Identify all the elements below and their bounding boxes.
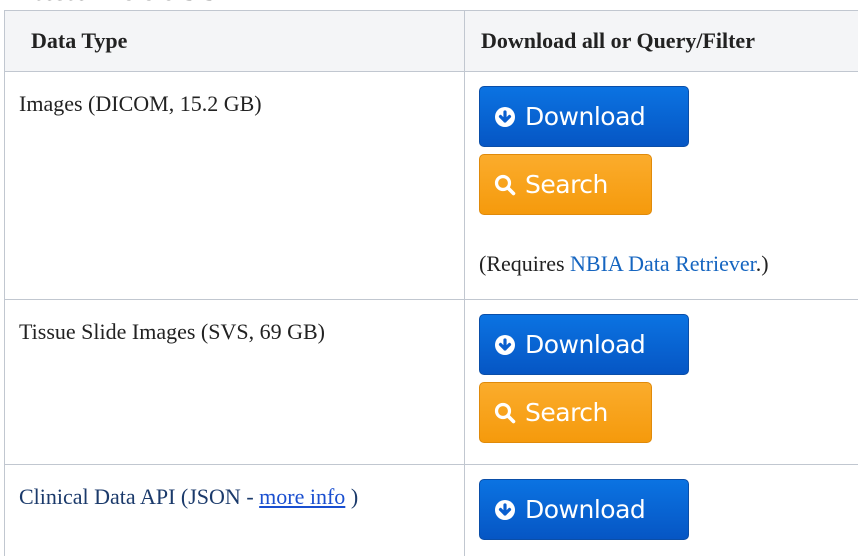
search-button-label: Search	[525, 169, 608, 199]
table-row-clinical: Clinical Data API (JSON - more info ) Do…	[4, 464, 858, 556]
clinical-text-prefix: Clinical Data API (JSON -	[19, 484, 260, 509]
circle-arrow-down-icon	[494, 106, 516, 128]
header-download-query: Download all or Query/Filter	[464, 10, 858, 72]
cell-data-type-clinical: Clinical Data API (JSON - more info )	[4, 464, 465, 556]
requires-note: (Requires NBIA Data Retriever.)	[479, 250, 769, 278]
circle-arrow-down-icon	[494, 334, 516, 356]
table-header-row: Data Type Download all or Query/Filter	[4, 10, 858, 72]
circle-arrow-down-icon	[494, 499, 516, 521]
cell-actions-clinical: Download	[464, 464, 858, 556]
data-access-table: Data Type Download all or Query/Filter I…	[4, 10, 858, 556]
table-row-tissue: Tissue Slide Images (SVS, 69 GB) Downloa…	[4, 299, 858, 465]
search-button-images[interactable]: Search	[479, 154, 652, 215]
more-info-link[interactable]: more info	[259, 484, 345, 509]
header-data-type: Data Type	[4, 10, 465, 72]
download-button-label: Download	[525, 494, 646, 524]
requires-note-suffix: .)	[755, 251, 769, 276]
search-button-label: Search	[525, 397, 608, 427]
data-type-tissue-text: Tissue Slide Images (SVS, 69 GB)	[19, 319, 325, 344]
download-button-label: Download	[525, 101, 646, 131]
download-button-clinical[interactable]: Download	[479, 479, 689, 540]
search-button-tissue[interactable]: Search	[479, 382, 652, 443]
magnifier-icon	[494, 402, 516, 424]
magnifier-icon	[494, 174, 516, 196]
cell-data-type-tissue: Tissue Slide Images (SVS, 69 GB)	[4, 299, 465, 465]
download-button-label: Download	[525, 329, 646, 359]
page-heading: Data Access	[6, 0, 219, 8]
nbia-data-retriever-link[interactable]: NBIA Data Retriever	[570, 251, 756, 276]
requires-note-prefix: (Requires	[479, 251, 571, 276]
table-row-images: Images (DICOM, 15.2 GB) Download Search …	[4, 71, 858, 300]
cell-actions-tissue: Download Search	[464, 299, 858, 465]
download-button-images[interactable]: Download	[479, 86, 689, 147]
download-button-tissue[interactable]: Download	[479, 314, 689, 375]
header-download-query-label: Download all or Query/Filter	[481, 28, 755, 53]
cell-data-type-images: Images (DICOM, 15.2 GB)	[4, 71, 465, 300]
data-type-clinical-text: Clinical Data API (JSON - more info )	[5, 465, 464, 511]
header-data-type-label: Data Type	[31, 28, 128, 53]
cell-actions-images: Download Search (Requires NBIA Data Retr…	[464, 71, 858, 300]
data-type-images-text: Images (DICOM, 15.2 GB)	[19, 91, 262, 116]
clinical-text-suffix: )	[345, 484, 359, 509]
